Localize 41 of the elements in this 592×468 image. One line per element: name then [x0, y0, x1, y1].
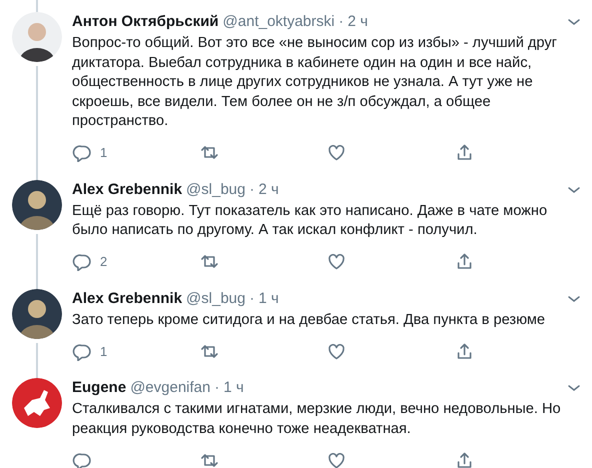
reply-icon[interactable] [72, 252, 91, 271]
user-handle[interactable]: @sl_bug [186, 288, 246, 308]
user-name[interactable]: Alex Grebennik [72, 180, 182, 200]
user-name[interactable]: Антон Октябрьский [72, 12, 219, 32]
tweet-text: Вопрос-то общий. Вот это все «не выносим сор из избы» - лучший друг диктатора. Выебал сотрудника в кабинете один на один и все найс, общественность в лице других сотрудников не узнала. А тут уже не скроешь, все видели. Тем более он не з/п обсуждал, а общее пространство. [72, 34, 558, 131]
avatar[interactable] [12, 180, 62, 230]
share-icon[interactable] [454, 342, 474, 360]
reply-count: 2 [100, 254, 108, 269]
tweet-time[interactable]: 2 ч [348, 12, 368, 32]
separator-dot: · [214, 378, 220, 398]
separator-dot: · [249, 288, 254, 308]
reply-icon[interactable] [72, 143, 91, 162]
avatar[interactable] [12, 378, 62, 428]
user-handle[interactable]: @sl_bug [186, 180, 246, 200]
user-handle[interactable]: @ant_oktyabrski [222, 12, 335, 32]
reply-count: 1 [100, 145, 108, 160]
retweet-icon[interactable] [200, 252, 218, 271]
user-handle[interactable]: @evgenifan [130, 378, 210, 398]
reply-icon[interactable] [72, 450, 91, 468]
avatar[interactable] [12, 288, 62, 338]
separator-dot: · [338, 12, 344, 32]
like-icon[interactable] [327, 252, 346, 271]
user-name[interactable]: Alex Grebennik [72, 288, 182, 308]
tweet-time[interactable]: 2 ч [258, 180, 279, 200]
user-name[interactable]: Eugene [72, 378, 126, 398]
like-icon[interactable] [327, 342, 346, 360]
tweet-time[interactable]: 1 ч [223, 378, 244, 398]
retweet-icon[interactable] [200, 143, 218, 162]
share-icon[interactable] [454, 143, 474, 162]
tweet-text: Ещё раз говорю. Тут показатель как это написано. Даже в чате можно было написать по другому. А так искал конфликт - получил. [72, 202, 548, 240]
reply-icon[interactable] [72, 342, 91, 360]
tweet-text: Зато теперь кроме ситидога и на девбае статья. Два пункта в резюме [72, 310, 546, 330]
separator-dot: · [249, 180, 254, 200]
avatar[interactable] [12, 12, 62, 62]
share-icon[interactable] [454, 450, 474, 468]
share-icon[interactable] [454, 252, 474, 271]
like-icon[interactable] [327, 143, 346, 162]
tweet-time[interactable]: 1 ч [258, 288, 279, 308]
like-icon[interactable] [327, 450, 346, 468]
reply-count: 1 [100, 344, 108, 358]
tweet-text: Сталкивался с такими игнатами, мерзкие люди, вечно недовольные. Но реакция руководства конечно тоже неадекватная. [72, 400, 562, 438]
